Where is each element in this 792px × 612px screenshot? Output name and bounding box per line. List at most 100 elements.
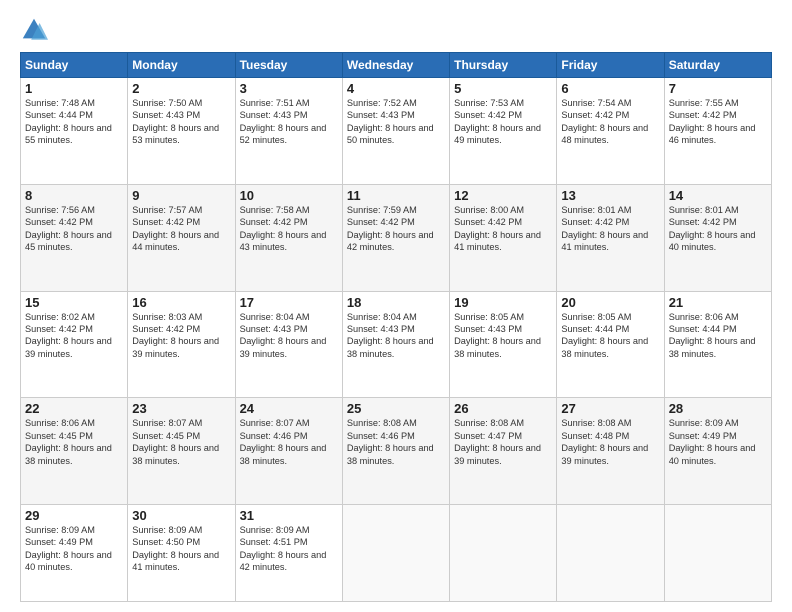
day-info: Sunrise: 7:54 AM Sunset: 4:42 PM Dayligh… [561,97,659,147]
calendar-day-cell: 31 Sunrise: 8:09 AM Sunset: 4:51 PM Dayl… [235,505,342,602]
calendar-day-cell [450,505,557,602]
day-number: 12 [454,188,552,203]
day-number: 14 [669,188,767,203]
day-info: Sunrise: 8:08 AM Sunset: 4:48 PM Dayligh… [561,417,659,467]
page: SundayMondayTuesdayWednesdayThursdayFrid… [0,0,792,612]
calendar-day-cell: 10 Sunrise: 7:58 AM Sunset: 4:42 PM Dayl… [235,184,342,291]
day-info: Sunrise: 8:01 AM Sunset: 4:42 PM Dayligh… [669,204,767,254]
day-number: 25 [347,401,445,416]
day-info: Sunrise: 8:09 AM Sunset: 4:51 PM Dayligh… [240,524,338,574]
calendar-day-cell [664,505,771,602]
day-number: 29 [25,508,123,523]
day-number: 7 [669,81,767,96]
calendar-day-header: Friday [557,53,664,78]
day-info: Sunrise: 8:02 AM Sunset: 4:42 PM Dayligh… [25,311,123,361]
day-info: Sunrise: 8:04 AM Sunset: 4:43 PM Dayligh… [347,311,445,361]
calendar-day-header: Saturday [664,53,771,78]
day-info: Sunrise: 8:03 AM Sunset: 4:42 PM Dayligh… [132,311,230,361]
calendar-day-cell: 21 Sunrise: 8:06 AM Sunset: 4:44 PM Dayl… [664,291,771,398]
day-number: 5 [454,81,552,96]
day-info: Sunrise: 7:55 AM Sunset: 4:42 PM Dayligh… [669,97,767,147]
day-number: 19 [454,295,552,310]
calendar-day-cell: 20 Sunrise: 8:05 AM Sunset: 4:44 PM Dayl… [557,291,664,398]
calendar-day-header: Thursday [450,53,557,78]
calendar-day-cell: 3 Sunrise: 7:51 AM Sunset: 4:43 PM Dayli… [235,78,342,185]
day-info: Sunrise: 7:52 AM Sunset: 4:43 PM Dayligh… [347,97,445,147]
day-number: 2 [132,81,230,96]
calendar-day-cell: 27 Sunrise: 8:08 AM Sunset: 4:48 PM Dayl… [557,398,664,505]
logo [20,16,52,44]
calendar-week-row: 22 Sunrise: 8:06 AM Sunset: 4:45 PM Dayl… [21,398,772,505]
day-number: 23 [132,401,230,416]
calendar-week-row: 29 Sunrise: 8:09 AM Sunset: 4:49 PM Dayl… [21,505,772,602]
calendar-day-cell: 6 Sunrise: 7:54 AM Sunset: 4:42 PM Dayli… [557,78,664,185]
day-number: 18 [347,295,445,310]
day-info: Sunrise: 8:09 AM Sunset: 4:49 PM Dayligh… [669,417,767,467]
calendar-day-cell: 13 Sunrise: 8:01 AM Sunset: 4:42 PM Dayl… [557,184,664,291]
calendar-day-cell: 9 Sunrise: 7:57 AM Sunset: 4:42 PM Dayli… [128,184,235,291]
day-info: Sunrise: 8:04 AM Sunset: 4:43 PM Dayligh… [240,311,338,361]
calendar-day-cell: 7 Sunrise: 7:55 AM Sunset: 4:42 PM Dayli… [664,78,771,185]
calendar-day-cell [342,505,449,602]
day-number: 13 [561,188,659,203]
calendar-day-header: Tuesday [235,53,342,78]
day-number: 9 [132,188,230,203]
calendar-day-cell: 22 Sunrise: 8:06 AM Sunset: 4:45 PM Dayl… [21,398,128,505]
calendar-week-row: 8 Sunrise: 7:56 AM Sunset: 4:42 PM Dayli… [21,184,772,291]
calendar-day-cell: 12 Sunrise: 8:00 AM Sunset: 4:42 PM Dayl… [450,184,557,291]
day-info: Sunrise: 8:00 AM Sunset: 4:42 PM Dayligh… [454,204,552,254]
day-info: Sunrise: 8:06 AM Sunset: 4:45 PM Dayligh… [25,417,123,467]
day-info: Sunrise: 8:08 AM Sunset: 4:46 PM Dayligh… [347,417,445,467]
calendar-day-cell: 26 Sunrise: 8:08 AM Sunset: 4:47 PM Dayl… [450,398,557,505]
day-info: Sunrise: 7:59 AM Sunset: 4:42 PM Dayligh… [347,204,445,254]
logo-icon [20,16,48,44]
calendar-day-cell: 23 Sunrise: 8:07 AM Sunset: 4:45 PM Dayl… [128,398,235,505]
calendar-day-header: Wednesday [342,53,449,78]
calendar-day-cell: 1 Sunrise: 7:48 AM Sunset: 4:44 PM Dayli… [21,78,128,185]
calendar-day-cell: 2 Sunrise: 7:50 AM Sunset: 4:43 PM Dayli… [128,78,235,185]
day-number: 4 [347,81,445,96]
day-number: 27 [561,401,659,416]
calendar-day-cell: 24 Sunrise: 8:07 AM Sunset: 4:46 PM Dayl… [235,398,342,505]
day-info: Sunrise: 7:48 AM Sunset: 4:44 PM Dayligh… [25,97,123,147]
calendar-table: SundayMondayTuesdayWednesdayThursdayFrid… [20,52,772,602]
day-info: Sunrise: 7:57 AM Sunset: 4:42 PM Dayligh… [132,204,230,254]
calendar-day-cell: 5 Sunrise: 7:53 AM Sunset: 4:42 PM Dayli… [450,78,557,185]
calendar-day-cell: 14 Sunrise: 8:01 AM Sunset: 4:42 PM Dayl… [664,184,771,291]
calendar-day-cell: 15 Sunrise: 8:02 AM Sunset: 4:42 PM Dayl… [21,291,128,398]
calendar-week-row: 1 Sunrise: 7:48 AM Sunset: 4:44 PM Dayli… [21,78,772,185]
day-number: 3 [240,81,338,96]
calendar-day-cell: 17 Sunrise: 8:04 AM Sunset: 4:43 PM Dayl… [235,291,342,398]
day-number: 1 [25,81,123,96]
day-info: Sunrise: 7:58 AM Sunset: 4:42 PM Dayligh… [240,204,338,254]
calendar-day-cell: 28 Sunrise: 8:09 AM Sunset: 4:49 PM Dayl… [664,398,771,505]
calendar-day-cell [557,505,664,602]
day-info: Sunrise: 8:07 AM Sunset: 4:46 PM Dayligh… [240,417,338,467]
day-info: Sunrise: 8:08 AM Sunset: 4:47 PM Dayligh… [454,417,552,467]
header [20,16,772,44]
day-number: 21 [669,295,767,310]
day-number: 16 [132,295,230,310]
calendar-header-row: SundayMondayTuesdayWednesdayThursdayFrid… [21,53,772,78]
day-number: 28 [669,401,767,416]
day-number: 24 [240,401,338,416]
day-number: 8 [25,188,123,203]
day-info: Sunrise: 8:01 AM Sunset: 4:42 PM Dayligh… [561,204,659,254]
day-info: Sunrise: 8:07 AM Sunset: 4:45 PM Dayligh… [132,417,230,467]
day-number: 10 [240,188,338,203]
calendar-day-cell: 16 Sunrise: 8:03 AM Sunset: 4:42 PM Dayl… [128,291,235,398]
day-number: 31 [240,508,338,523]
day-number: 20 [561,295,659,310]
day-number: 6 [561,81,659,96]
day-info: Sunrise: 8:05 AM Sunset: 4:43 PM Dayligh… [454,311,552,361]
day-info: Sunrise: 8:09 AM Sunset: 4:50 PM Dayligh… [132,524,230,574]
calendar-day-header: Monday [128,53,235,78]
day-info: Sunrise: 7:56 AM Sunset: 4:42 PM Dayligh… [25,204,123,254]
calendar-day-cell: 18 Sunrise: 8:04 AM Sunset: 4:43 PM Dayl… [342,291,449,398]
calendar-day-header: Sunday [21,53,128,78]
calendar-day-cell: 29 Sunrise: 8:09 AM Sunset: 4:49 PM Dayl… [21,505,128,602]
day-number: 30 [132,508,230,523]
calendar-week-row: 15 Sunrise: 8:02 AM Sunset: 4:42 PM Dayl… [21,291,772,398]
day-info: Sunrise: 7:53 AM Sunset: 4:42 PM Dayligh… [454,97,552,147]
day-info: Sunrise: 8:05 AM Sunset: 4:44 PM Dayligh… [561,311,659,361]
